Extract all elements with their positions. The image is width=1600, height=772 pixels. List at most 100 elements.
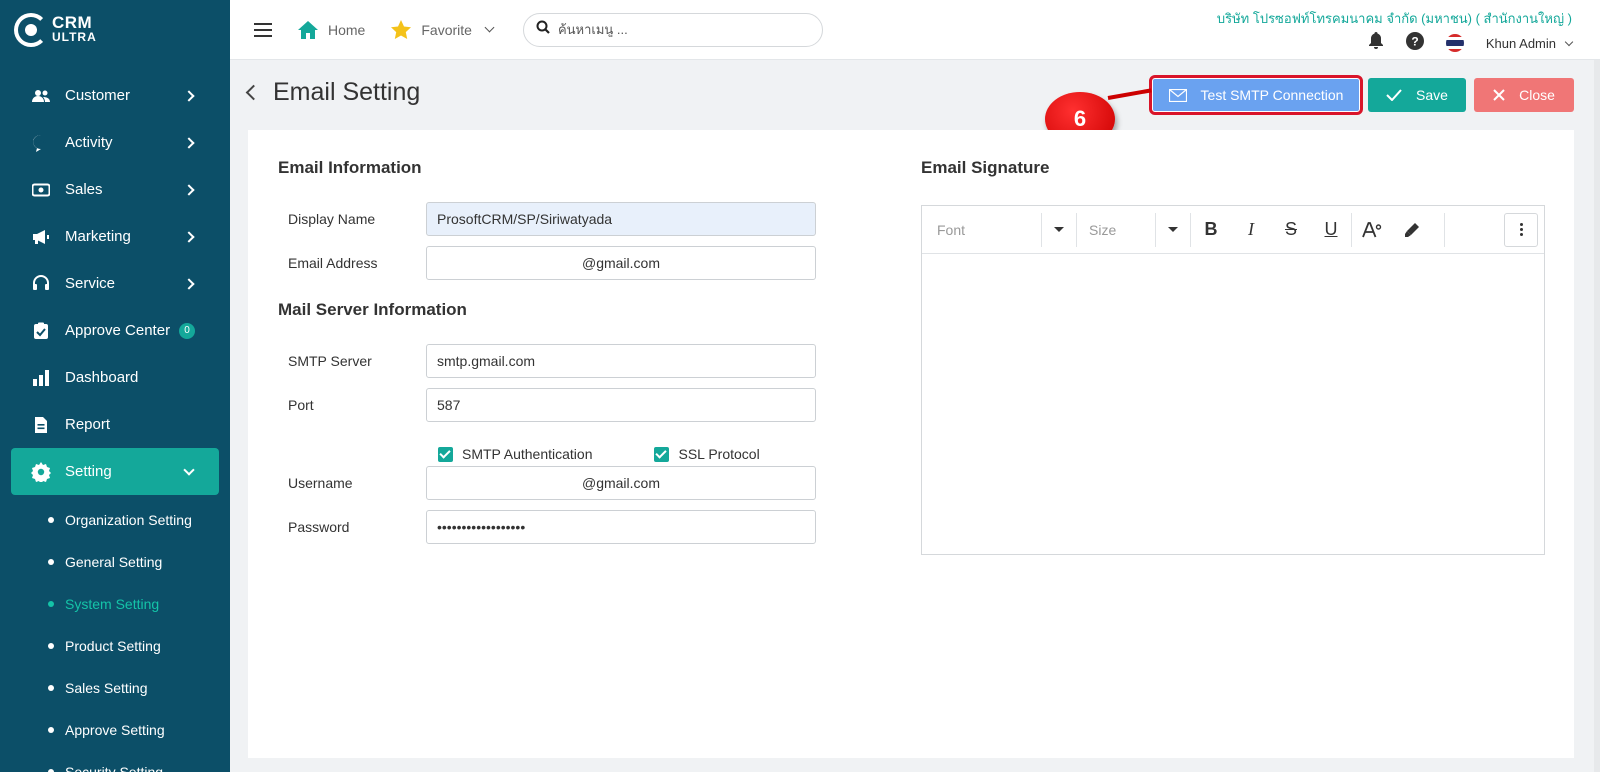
sidebar-item-sales[interactable]: Sales <box>11 166 219 213</box>
menu-search[interactable] <box>522 12 823 47</box>
sidebar-item-customer[interactable]: Customer <box>11 72 219 119</box>
checkbox-checked-icon <box>438 446 453 462</box>
search-icon <box>536 20 550 39</box>
back-arrow-icon[interactable] <box>245 84 262 101</box>
sidebar-item-label: Sales <box>65 181 103 198</box>
document-icon <box>31 415 51 435</box>
email-information-title: Email Information <box>278 158 422 177</box>
sidebar-nav: Customer Activity Sales Marketing Servic… <box>0 72 230 495</box>
logo[interactable]: CRM ULTRA <box>0 0 230 60</box>
password-input[interactable] <box>426 510 816 544</box>
subnav-security-setting[interactable]: Security Setting <box>0 751 230 772</box>
topbar: Home Favorite บริษัท โปรซอฟท์โทรคมนาคม จ… <box>230 0 1600 60</box>
checkbox-checked-icon <box>654 446 670 462</box>
megaphone-icon <box>31 227 51 247</box>
ssl-protocol-checkbox[interactable]: SSL Protocol <box>654 446 760 462</box>
users-icon <box>31 86 51 106</box>
hamburger-menu-icon[interactable] <box>254 22 272 37</box>
sidebar-item-activity[interactable]: Activity <box>11 119 219 166</box>
sidebar-item-setting[interactable]: Setting <box>11 448 219 495</box>
sidebar-item-approve-center[interactable]: Approve Center 0 <box>11 307 219 354</box>
company-name: บริษัท โปรซอฟท์โทรคมนาคม จำกัด (มหาชน) (… <box>1216 11 1572 26</box>
signature-editor: Font Size B I S U <box>921 205 1545 555</box>
sidebar-item-label: Activity <box>65 134 113 151</box>
test-smtp-connection-button[interactable]: Test SMTP Connection <box>1149 75 1363 115</box>
page-title: Email Setting <box>273 78 421 106</box>
password-row: Password <box>278 510 816 544</box>
more-options-icon[interactable] <box>1504 212 1538 247</box>
sidebar-item-service[interactable]: Service <box>11 260 219 307</box>
chevron-right-icon <box>183 230 195 243</box>
chevron-right-icon <box>183 136 195 149</box>
chat-icon <box>31 133 51 153</box>
email-setting-card: Email Information Display Name Email Add… <box>248 130 1574 758</box>
underline-icon[interactable]: U <box>1311 213 1351 247</box>
editor-toolbar: Font Size B I S U <box>922 206 1544 254</box>
font-caret-icon[interactable] <box>1054 227 1064 232</box>
username-input[interactable] <box>426 466 816 500</box>
sidebar-item-label: Service <box>65 275 116 292</box>
chevron-right-icon <box>183 183 195 196</box>
chevron-down-icon <box>1564 37 1574 46</box>
gear-icon <box>31 461 51 482</box>
sidebar-item-label: Dashboard <box>65 369 139 386</box>
svg-text:?: ? <box>1411 34 1418 48</box>
sidebar-item-dashboard[interactable]: Dashboard <box>11 354 219 401</box>
page-header: Email Setting <box>245 78 421 107</box>
smtp-server-input[interactable] <box>426 344 816 378</box>
sidebar-item-report[interactable]: Report <box>11 401 219 448</box>
help-icon[interactable]: ? <box>1405 31 1424 55</box>
signature-content-area[interactable] <box>922 254 1544 554</box>
subnav-approve-setting[interactable]: Approve Setting <box>0 709 230 751</box>
favorite-dropdown[interactable]: Favorite <box>391 20 495 39</box>
display-name-row: Display Name <box>278 202 816 236</box>
headset-icon <box>31 274 51 294</box>
chevron-right-icon <box>183 89 195 102</box>
strikethrough-icon[interactable]: S <box>1271 213 1311 247</box>
action-buttons: Test SMTP Connection Save Close <box>1144 75 1574 115</box>
port-input[interactable] <box>426 388 816 422</box>
logo-line1: CRM <box>52 13 93 32</box>
bell-icon[interactable] <box>1368 32 1384 54</box>
close-button[interactable]: Close <box>1474 78 1574 112</box>
font-style-icon[interactable] <box>1352 213 1392 247</box>
smtp-authentication-checkbox[interactable]: SMTP Authentication <box>438 446 592 462</box>
email-address-input[interactable] <box>426 246 816 280</box>
password-label: Password <box>288 519 350 535</box>
chevron-down-icon <box>484 22 495 33</box>
sidebar: CRM ULTRA Customer Activity Sales Market… <box>0 0 230 772</box>
envelope-icon <box>1168 88 1187 102</box>
logo-line2: ULTRA <box>52 30 97 44</box>
search-input[interactable] <box>557 22 798 37</box>
size-caret-icon[interactable] <box>1168 227 1178 232</box>
username-row: Username <box>278 466 816 500</box>
sidebar-item-marketing[interactable]: Marketing <box>11 213 219 260</box>
subnav-product-setting[interactable]: Product Setting <box>0 625 230 667</box>
sidebar-item-label: Setting <box>65 463 112 480</box>
sidebar-item-label: Report <box>65 416 111 433</box>
save-button[interactable]: Save <box>1368 78 1466 112</box>
sidebar-item-label: Customer <box>65 87 131 104</box>
thai-flag-icon[interactable] <box>1445 34 1464 52</box>
cash-icon <box>31 180 51 200</box>
email-address-label: Email Address <box>288 255 378 271</box>
font-select[interactable]: Font <box>922 212 1042 247</box>
sidebar-item-label: Approve Center <box>65 322 171 339</box>
subnav-sales-setting[interactable]: Sales Setting <box>0 667 230 709</box>
close-icon <box>1493 89 1505 101</box>
subnav-system-setting[interactable]: System Setting <box>0 583 230 625</box>
page-scrollbar[interactable] <box>1594 60 1600 772</box>
home-link[interactable]: Home <box>298 20 365 39</box>
auth-options: SMTP Authentication SSL Protocol <box>438 446 822 462</box>
subnav-organization-setting[interactable]: Organization Setting <box>0 499 230 541</box>
check-icon <box>1386 89 1402 101</box>
display-name-input[interactable] <box>426 202 816 236</box>
bold-icon[interactable]: B <box>1191 213 1231 247</box>
subnav-general-setting[interactable]: General Setting <box>0 541 230 583</box>
smtp-server-row: SMTP Server <box>278 344 816 378</box>
highlighter-icon[interactable] <box>1392 213 1432 247</box>
size-select[interactable]: Size <box>1076 212 1156 247</box>
display-name-label: Display Name <box>288 211 376 227</box>
user-menu[interactable]: Khun Admin <box>1486 36 1574 51</box>
italic-icon[interactable]: I <box>1231 213 1271 247</box>
